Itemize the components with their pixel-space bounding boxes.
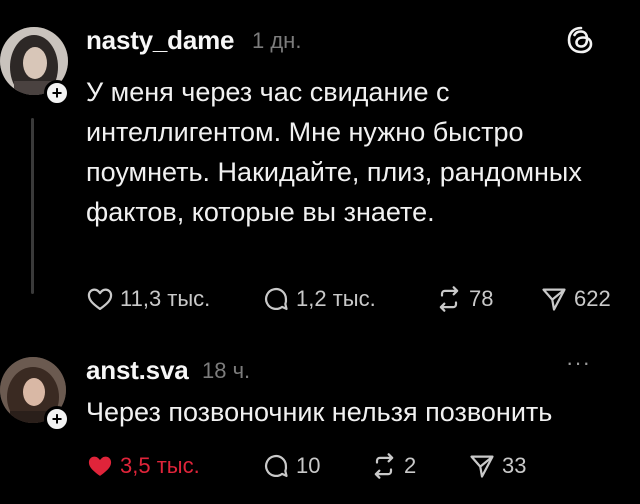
reply-count: 1,2 тыс.: [296, 286, 376, 311]
repost-icon: [374, 453, 394, 479]
like-button[interactable]: 11,3 тыс.: [86, 285, 210, 313]
reply-like-count: 3,5 тыс.: [120, 453, 200, 478]
post-time: 1 дн.: [252, 28, 302, 53]
reply-like-button[interactable]: 3,5 тыс.: [86, 452, 200, 480]
reply-repost-button[interactable]: 2: [370, 452, 416, 480]
threads-logo-icon[interactable]: [566, 25, 596, 55]
send-icon: [470, 455, 494, 478]
reply-share-button[interactable]: 33: [468, 452, 526, 480]
share-button[interactable]: 622: [540, 285, 611, 313]
reply-repost-count: 2: [404, 453, 417, 478]
reply-reply-count: 10: [296, 453, 321, 478]
repost-count: 78: [469, 286, 494, 311]
heart-icon: [87, 288, 113, 311]
comment-icon: [265, 287, 288, 311]
share-count: 622: [574, 286, 611, 311]
comment-icon: [265, 454, 288, 478]
reply-time: 18 ч.: [202, 358, 251, 383]
repost-button[interactable]: 78: [435, 285, 493, 313]
reply-text: Через позвоночник нельзя позвонить: [86, 397, 553, 427]
heart-icon: [88, 456, 112, 476]
send-icon: [542, 288, 566, 311]
follow-plus-icon[interactable]: +: [44, 80, 70, 106]
reply-reply-button[interactable]: 10: [262, 452, 320, 480]
reply-button[interactable]: 1,2 тыс.: [262, 285, 376, 313]
repost-icon: [439, 286, 459, 312]
like-count: 11,3 тыс.: [120, 286, 211, 311]
reply-username[interactable]: anst.sva: [86, 355, 189, 386]
thread-line: [31, 118, 34, 294]
post-username[interactable]: nasty_dame: [86, 25, 235, 56]
reply-share-count: 33: [502, 453, 527, 478]
more-button[interactable]: ···: [566, 350, 591, 376]
follow-plus-icon[interactable]: +: [44, 406, 70, 432]
post-text: У меня через час свидание с интеллигенто…: [86, 77, 582, 227]
